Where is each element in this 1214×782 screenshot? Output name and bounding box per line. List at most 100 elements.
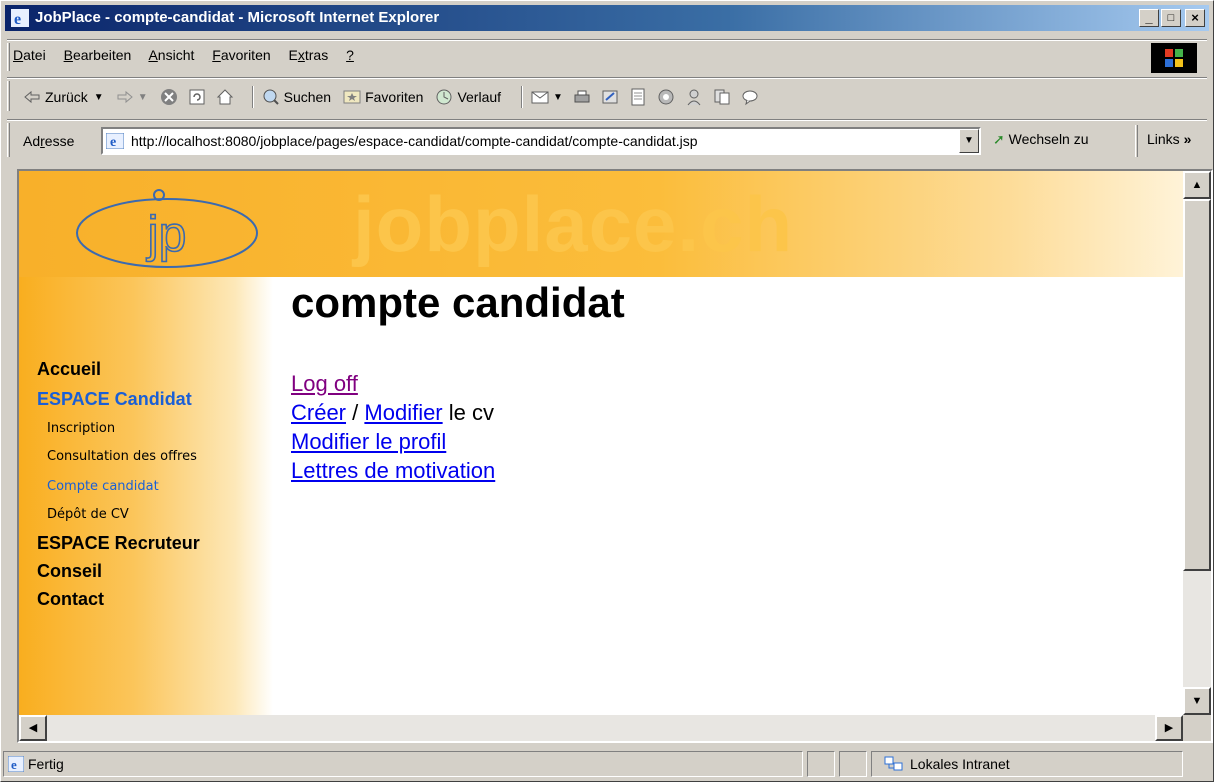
link-separator: / <box>352 400 359 425</box>
page-title: compte candidat <box>291 279 625 326</box>
menu-bar: Datei Bearbeiten Ansicht Favoriten Extra… <box>13 47 368 69</box>
chevron-right-icon: » <box>1183 131 1192 147</box>
motivation-letters-link[interactable]: Lettres de motivation <box>291 458 495 483</box>
scroll-right-button[interactable]: ▶ <box>1155 715 1183 741</box>
modify-cv-link[interactable]: Modifier <box>364 400 442 425</box>
history-icon <box>436 89 452 105</box>
history-button[interactable]: Verlauf <box>435 88 501 106</box>
svg-text:jp: jp <box>146 206 187 262</box>
menu-help[interactable]: ? <box>346 47 354 63</box>
create-cv-link[interactable]: Créer <box>291 400 346 425</box>
favorites-icon <box>343 90 361 104</box>
forward-dropdown-icon[interactable]: ▼ <box>138 92 148 103</box>
edit-icon[interactable] <box>601 88 619 106</box>
go-arrow-icon: ➚ <box>993 131 1005 147</box>
back-button[interactable]: Zurück ▼ <box>23 88 104 106</box>
print-icon[interactable] <box>573 88 591 106</box>
nav-contact[interactable]: Contact <box>37 589 104 610</box>
ie-page-icon: e <box>8 756 24 772</box>
addressbar-grip[interactable] <box>7 123 10 157</box>
status-text: Fertig <box>28 756 64 772</box>
address-label: Adresse <box>23 133 75 149</box>
scroll-down-button[interactable]: ▼ <box>1183 687 1211 715</box>
status-text-cell: e Fertig <box>3 751 803 777</box>
logoff-link[interactable]: Log off <box>291 371 358 396</box>
messenger-icon[interactable] <box>685 88 703 106</box>
jp-logo: jp <box>76 189 258 268</box>
brand-watermark: jobplace.ch <box>353 180 794 268</box>
back-arrow-icon <box>24 90 40 104</box>
subnav-depot-cv[interactable]: Dépôt de CV <box>47 507 129 522</box>
go-button[interactable]: ➚ Wechseln zu <box>993 131 1089 148</box>
page-icon: e <box>106 133 124 149</box>
modify-profile-link[interactable]: Modifier le profil <box>291 429 446 454</box>
page-viewport: jp jobplace.ch Accueil ESPACE Candidat I… <box>17 169 1213 743</box>
intranet-zone-icon <box>884 756 903 771</box>
address-field[interactable]: e ▼ <box>101 127 981 155</box>
scroll-up-button[interactable]: ▲ <box>1183 171 1211 199</box>
nav-espace-recruteur[interactable]: ESPACE Recruteur <box>37 533 200 554</box>
status-bar: e Fertig Lokales Intranet <box>3 749 1211 779</box>
favorites-button[interactable]: Favoriten <box>343 88 423 106</box>
subnav-consultation-offres[interactable]: Consultation des offres <box>47 449 197 464</box>
horizontal-scrollbar[interactable]: ◀ ▶ <box>19 715 1183 741</box>
toolbar-separator <box>7 77 1207 79</box>
refresh-icon[interactable] <box>188 88 206 106</box>
research-icon[interactable] <box>713 88 731 106</box>
window-title: JobPlace - compte-candidat - Microsoft I… <box>35 9 440 26</box>
toolbar-divider <box>521 86 524 108</box>
back-dropdown-icon[interactable]: ▼ <box>94 92 104 103</box>
status-cell <box>839 751 867 777</box>
menu-extras[interactable]: Extras <box>289 47 329 63</box>
menu-favoriten[interactable]: Favoriten <box>212 47 270 63</box>
svg-text:e: e <box>11 757 17 772</box>
account-links: Log off Créer / Modifier le cv Modifier … <box>291 369 495 485</box>
svg-text:e: e <box>14 11 21 27</box>
scroll-left-button[interactable]: ◀ <box>19 715 47 741</box>
menubar-grip[interactable] <box>7 43 10 71</box>
address-input[interactable] <box>131 132 951 150</box>
forward-arrow-icon <box>117 90 133 104</box>
stop-icon[interactable] <box>160 88 178 106</box>
address-dropdown-button[interactable]: ▼ <box>959 129 979 153</box>
links-toolbar[interactable]: Links » <box>1147 131 1191 147</box>
left-navigation: Accueil ESPACE Candidat Inscription Cons… <box>19 277 273 741</box>
vertical-scroll-thumb[interactable] <box>1183 199 1211 571</box>
scroll-corner <box>1183 715 1211 741</box>
subnav-inscription[interactable]: Inscription <box>47 421 115 436</box>
windows-logo-icon <box>1151 43 1197 73</box>
toolbar-grip[interactable] <box>7 81 10 111</box>
document-icon[interactable] <box>629 88 647 106</box>
toolbar-divider <box>251 86 254 108</box>
address-separator <box>7 119 1207 121</box>
browser-window: e JobPlace - compte-candidat - Microsoft… <box>0 0 1214 782</box>
vertical-scrollbar[interactable]: ▲ ▼ <box>1183 171 1211 715</box>
header-banner: jp jobplace.ch <box>19 171 1183 277</box>
menu-bearbeiten[interactable]: Bearbeiten <box>64 47 132 63</box>
menu-separator <box>7 39 1207 41</box>
ie-logo-icon: e <box>11 9 29 27</box>
nav-espace-candidat[interactable]: ESPACE Candidat <box>37 389 192 410</box>
title-bar[interactable]: e JobPlace - compte-candidat - Microsoft… <box>5 5 1209 31</box>
nav-accueil[interactable]: Accueil <box>37 359 101 380</box>
subnav-compte-candidat[interactable]: Compte candidat <box>47 479 159 494</box>
maximize-button[interactable]: □ <box>1161 9 1181 27</box>
search-icon <box>263 89 279 105</box>
menu-datei[interactable]: Datei <box>13 47 46 63</box>
svg-text:e: e <box>110 135 116 149</box>
standard-toolbar: Zurück ▼ ▼ Suchen Favoriten Verlauf ▼ <box>23 85 763 109</box>
cv-suffix-text: le cv <box>448 400 495 425</box>
search-button[interactable]: Suchen <box>262 88 331 106</box>
mail-icon[interactable] <box>531 88 549 106</box>
mail-dropdown-icon[interactable]: ▼ <box>553 92 563 103</box>
home-icon[interactable] <box>216 88 234 106</box>
nav-conseil[interactable]: Conseil <box>37 561 102 582</box>
chat-icon[interactable] <box>741 88 759 106</box>
security-zone-cell: Lokales Intranet <box>871 751 1183 777</box>
forward-button[interactable]: ▼ <box>116 88 148 106</box>
minimize-button[interactable]: _ <box>1139 9 1159 27</box>
menu-ansicht[interactable]: Ansicht <box>148 47 194 63</box>
close-button[interactable]: × <box>1185 9 1205 27</box>
links-grip[interactable] <box>1135 125 1138 157</box>
discuss-icon[interactable] <box>657 88 675 106</box>
